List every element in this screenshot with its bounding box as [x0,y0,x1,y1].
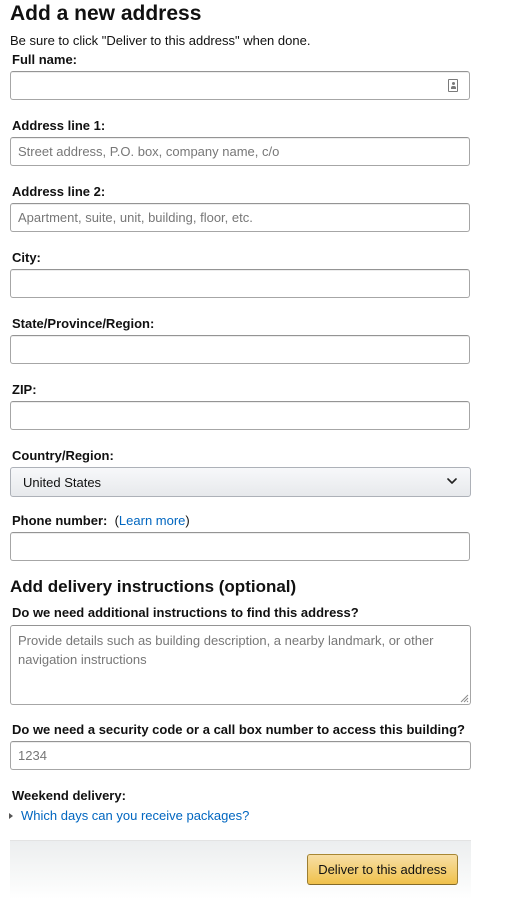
contact-card-icon[interactable] [448,79,458,92]
full-name-input[interactable] [10,71,470,100]
security-code-input[interactable] [10,741,471,770]
weekend-delivery-label: Weekend delivery: [12,788,126,803]
full-name-label: Full name: [12,52,78,67]
security-code-label: Do we need a security code or a call box… [12,722,465,737]
find-address-textarea[interactable] [10,625,471,705]
weekend-days-link[interactable]: Which days can you receive packages? [21,808,249,823]
resize-grip-icon[interactable] [460,694,469,703]
phone-label: Phone number: [12,513,108,528]
country-selected-value: United States [23,475,102,490]
address-line-2-label: Address line 2: [12,184,106,199]
state-label: State/Province/Region: [12,316,155,331]
country-label: Country/Region: [12,448,114,463]
deliver-to-address-button[interactable]: Deliver to this address [307,854,458,885]
chevron-down-icon [447,478,457,484]
learn-more-close-paren: ) [185,513,190,528]
phone-input[interactable] [10,532,470,561]
add-address-page: Add a new address Be sure to click "Deli… [0,0,510,899]
find-address-label: Do we need additional instructions to fi… [12,605,359,620]
country-select[interactable]: United States [10,467,471,497]
city-label: City: [12,250,41,265]
weekend-delivery-disclosure[interactable]: Which days can you receive packages? [9,808,249,824]
address-line-1-input[interactable] [10,137,470,166]
page-title: Add a new address [10,2,202,25]
address-line-2-input[interactable] [10,203,470,232]
address-line-1-label: Address line 1: [12,118,106,133]
disclosure-triangle-icon[interactable] [9,813,13,819]
zip-label: ZIP: [12,382,37,397]
learn-more-link[interactable]: Learn more [119,513,185,528]
state-input[interactable] [10,335,470,364]
delivery-instructions-title: Add delivery instructions (optional) [10,577,297,596]
page-subtitle: Be sure to click "Deliver to this addres… [10,33,311,48]
zip-input[interactable] [10,401,470,430]
phone-label-row: Phone number: (Learn more) [12,513,190,529]
city-input[interactable] [10,269,470,298]
